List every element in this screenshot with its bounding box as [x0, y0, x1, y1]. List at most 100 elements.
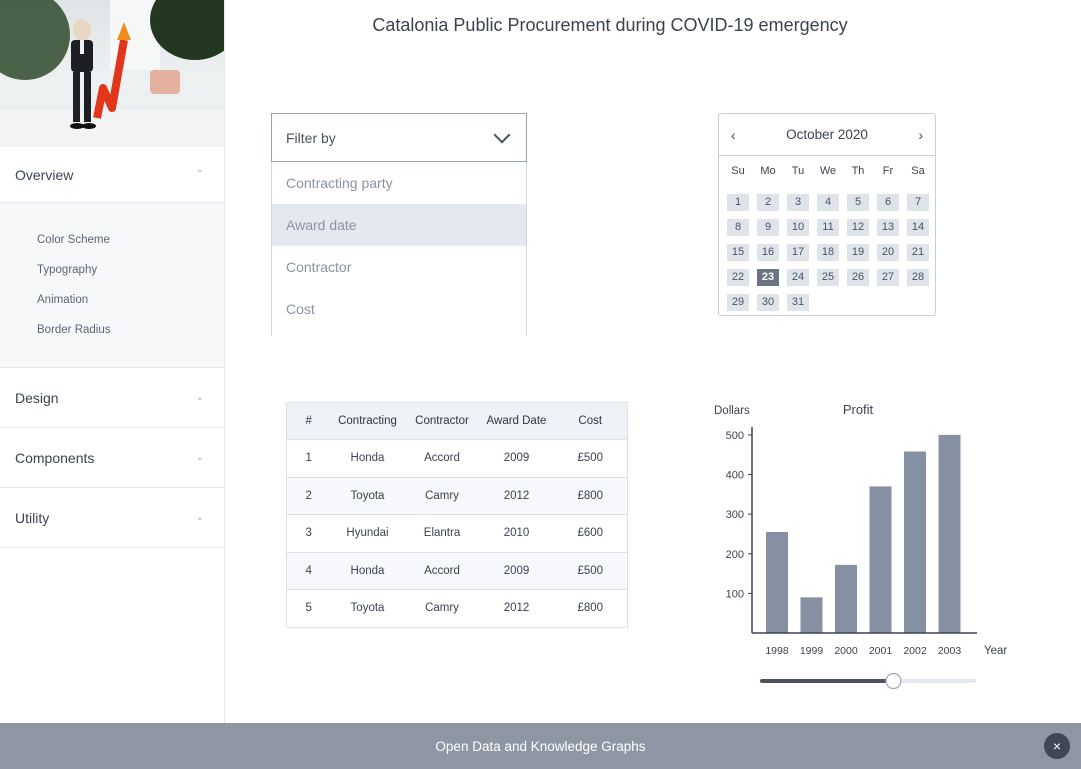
calendar-day[interactable]: 7 — [907, 194, 929, 211]
sidebar-item-design[interactable]: Design ⌄ — [0, 368, 224, 428]
calendar-day[interactable]: 14 — [907, 219, 929, 236]
table-cell: 4 — [286, 551, 331, 590]
sidebar-item-overview[interactable]: Overview ⌃ — [0, 147, 224, 203]
calendar-day[interactable]: 28 — [907, 269, 929, 286]
chevron-down-icon: ⌄ — [195, 452, 204, 463]
x-tick-label: 1998 — [765, 645, 789, 657]
filter-option-award-date[interactable]: Award date — [272, 204, 526, 246]
chart-bar — [766, 531, 788, 633]
chevron-left-icon[interactable]: ‹ — [731, 127, 736, 143]
weekday-label: Su — [731, 165, 745, 177]
calendar-day[interactable]: 9 — [757, 219, 779, 236]
calendar-day[interactable]: 19 — [847, 244, 869, 261]
calendar-day[interactable]: 8 — [727, 219, 749, 236]
table-row[interactable]: 5 Toyota Camry 2012 £800 — [286, 589, 628, 628]
businessman-figure — [70, 19, 131, 129]
submenu-item-typography[interactable]: Typography — [37, 261, 224, 291]
chart-title: Profit — [843, 402, 874, 417]
submenu-item-color-scheme[interactable]: Color Scheme — [37, 231, 224, 261]
calendar-day[interactable]: 22 — [727, 269, 749, 286]
table-cell: Toyota — [330, 476, 405, 515]
calendar-day[interactable]: 15 — [727, 244, 749, 261]
calendar-day[interactable]: 16 — [757, 244, 779, 261]
calendar-day[interactable]: 10 — [787, 219, 809, 236]
calendar-day[interactable]: 17 — [787, 244, 809, 261]
calendar-day[interactable]: 2 — [757, 194, 779, 211]
table-cell: £800 — [553, 589, 628, 628]
filter-options: Contracting party Award date Contractor … — [271, 162, 527, 336]
table-cell: £500 — [553, 551, 628, 590]
chart-bar — [938, 434, 961, 633]
calendar-day[interactable]: 13 — [877, 219, 899, 236]
calendar-day[interactable]: 31 — [787, 294, 809, 311]
calendar-day[interactable]: 29 — [727, 294, 749, 311]
filter-option-cost[interactable]: Cost — [272, 288, 526, 330]
table-cell: Hyundai — [330, 514, 405, 552]
calendar-day[interactable]: 12 — [847, 219, 869, 236]
calendar-month-label: October 2020 — [786, 127, 868, 142]
x-tick-label: 1999 — [800, 645, 824, 657]
calendar-day[interactable]: 21 — [907, 244, 929, 261]
calendar-day[interactable]: 25 — [817, 269, 839, 286]
table-header-row: # Contracting Contractor Award Date Cost — [286, 402, 628, 440]
slider-handle[interactable] — [885, 672, 902, 690]
procurement-table: # Contracting Contractor Award Date Cost… — [286, 402, 628, 628]
y-tick-label: 200 — [726, 549, 744, 561]
profit-bar-chart: Profit Dollars Year 100 200 300 400 500 1998 1999… — [714, 402, 1007, 690]
table-cell: 2 — [286, 476, 331, 515]
calendar-day[interactable]: 1 — [727, 194, 749, 211]
table-cell: Accord — [404, 439, 480, 477]
weekday-label: Th — [851, 165, 865, 177]
chevron-up-icon: ⌃ — [195, 169, 204, 180]
calendar-day[interactable]: 18 — [817, 244, 839, 261]
chart-bar — [869, 486, 892, 633]
filter-option-contracting-party[interactable]: Contracting party — [272, 162, 526, 204]
calendar-day[interactable]: 4 — [817, 194, 839, 211]
calendar-day[interactable]: 20 — [877, 244, 899, 261]
calendar-day[interactable]: 27 — [877, 269, 899, 286]
calendar-header: ‹ October 2020 › — [719, 114, 935, 156]
table-cell: 1 — [286, 439, 331, 477]
calendar-day[interactable]: 30 — [757, 294, 779, 311]
weekday-label: Sa — [911, 165, 925, 177]
table-row[interactable]: 1 Honda Accord 2009 £500 — [286, 439, 628, 477]
chart-bar — [904, 451, 926, 633]
column-header[interactable]: Cost — [553, 402, 628, 440]
calendar-day[interactable]: 3 — [787, 194, 809, 211]
filter-option-contractor[interactable]: Contractor — [272, 246, 526, 288]
column-header[interactable]: Contractor — [404, 402, 480, 440]
table-cell: Accord — [404, 551, 480, 590]
calendar-day[interactable]: 5 — [847, 194, 869, 211]
sidebar-item-components[interactable]: Components ⌄ — [0, 428, 224, 488]
column-header[interactable]: Award Date — [479, 402, 554, 440]
table-cell: £800 — [553, 476, 628, 515]
calendar-grid: Su Mo Tu We Th Fr Sa 1 2 3 4 5 6 7 8 9 10 11 12 13 14 15 16 17 1… — [719, 156, 935, 315]
sidebar-item-label: Components — [15, 449, 95, 466]
table-row[interactable]: 2 Toyota Camry 2012 £800 — [286, 476, 628, 515]
weekday-label: Fr — [882, 165, 894, 177]
y-tick-label: 400 — [726, 470, 744, 482]
close-icon[interactable]: × — [1044, 733, 1070, 759]
table-cell: 2010 — [479, 514, 554, 552]
calendar-day-selected[interactable]: 23 — [757, 269, 779, 286]
table-cell: Honda — [330, 551, 405, 590]
column-header[interactable]: Contracting — [330, 402, 405, 440]
calendar-day[interactable]: 11 — [817, 219, 839, 236]
table-row[interactable]: 4 Honda Accord 2009 £500 — [286, 551, 628, 590]
chevron-right-icon[interactable]: › — [918, 127, 923, 143]
table-row[interactable]: 3 Hyundai Elantra 2010 £600 — [286, 514, 628, 552]
hero-image — [0, 0, 224, 147]
column-header[interactable]: # — [286, 402, 331, 440]
submenu-item-animation[interactable]: Animation — [37, 291, 224, 321]
table-cell: 2012 — [479, 476, 554, 515]
overview-submenu: Color Scheme Typography Animation Border… — [0, 203, 224, 368]
calendar-day[interactable]: 6 — [877, 194, 899, 211]
sidebar-item-utility[interactable]: Utility ⌄ — [0, 488, 224, 548]
calendar-day[interactable]: 26 — [847, 269, 869, 286]
weekday-label: Tu — [791, 165, 805, 177]
footer-text: Open Data and Knowledge Graphs — [435, 738, 646, 754]
chevron-down-icon: ⌄ — [195, 512, 204, 523]
submenu-item-border-radius[interactable]: Border Radius — [37, 321, 224, 351]
filter-select[interactable]: Filter by — [271, 113, 527, 162]
calendar-day[interactable]: 24 — [787, 269, 809, 286]
